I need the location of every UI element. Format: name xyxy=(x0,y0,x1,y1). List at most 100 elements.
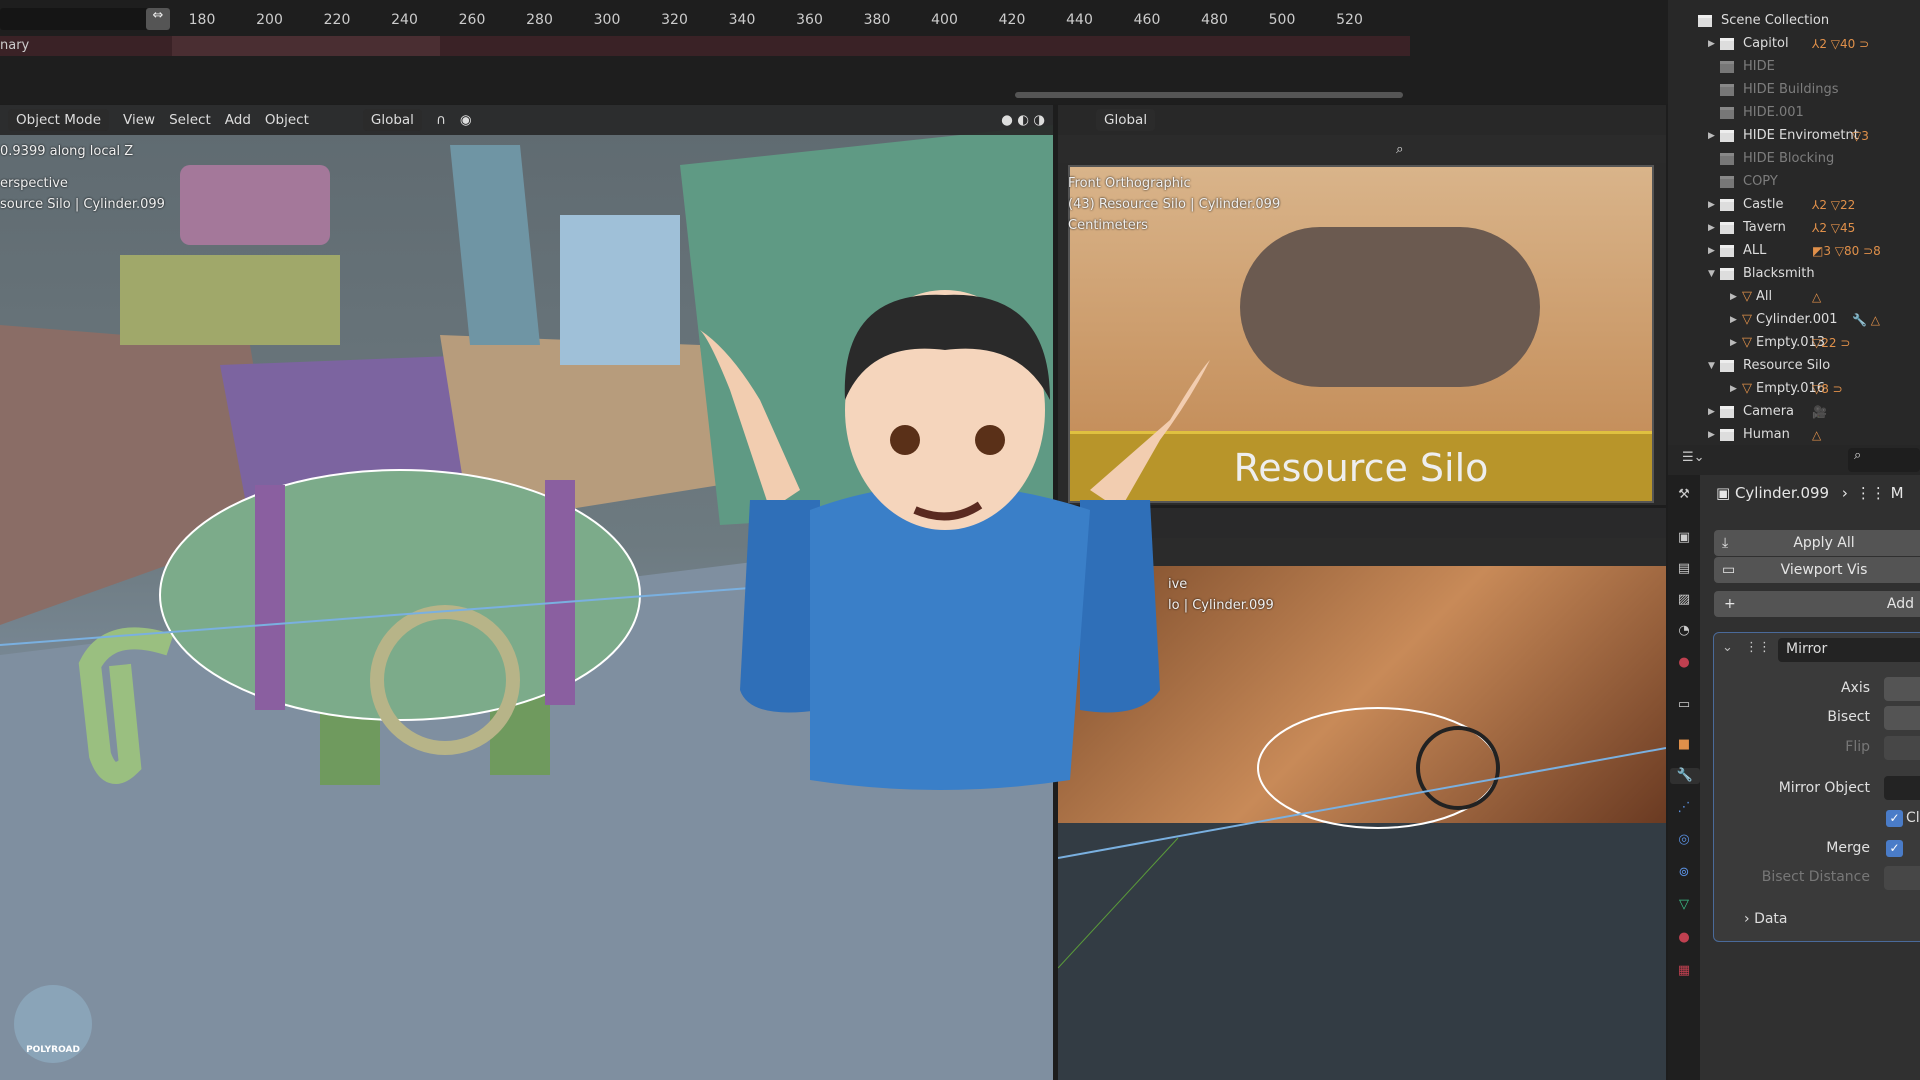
child-count-badge[interactable]: △ xyxy=(1812,428,1821,442)
add-modifier-button[interactable]: + Add xyxy=(1714,591,1920,617)
outliner-item[interactable]: ▶ Camera 🎥 xyxy=(1708,400,1827,423)
particles-tab-icon[interactable]: ⋰ xyxy=(1676,800,1692,816)
child-count-badge[interactable]: ⅄2 ▽45 xyxy=(1812,221,1855,235)
sync-toggle-icon[interactable]: ⇔ xyxy=(146,8,170,30)
outliner-item[interactable]: ▼ Blacksmith xyxy=(1708,262,1815,285)
menu-select[interactable]: Select xyxy=(169,112,211,128)
expand-arrow-icon[interactable]: ▶ xyxy=(1730,315,1742,325)
outliner-item[interactable]: HIDE xyxy=(1708,55,1775,78)
outliner-item[interactable]: ▶ ▽ Cylinder.001 🔧 △ xyxy=(1730,308,1880,331)
viewport-vis-button[interactable]: ▭ Viewport Vis xyxy=(1714,557,1920,583)
view-layer-tab-icon[interactable]: ▨ xyxy=(1676,592,1692,608)
material-tab-icon[interactable]: ● xyxy=(1676,930,1692,946)
child-count-badge[interactable]: ⅄2 ▽22 xyxy=(1812,198,1855,212)
outliner-item[interactable]: HIDE Buildings xyxy=(1708,78,1838,101)
apply-all-button[interactable]: ⤓ Apply All xyxy=(1714,530,1920,556)
snap-icon[interactable]: ∩ xyxy=(436,112,446,128)
outliner-item[interactable]: ▶ HIDE Envirometnt ▽3 xyxy=(1708,124,1869,147)
expand-arrow-icon[interactable]: ▶ xyxy=(1708,39,1720,49)
child-count-badge[interactable]: 🔧 △ xyxy=(1852,313,1880,327)
expand-arrow-icon[interactable]: ▼ xyxy=(1708,269,1720,279)
menu-object[interactable]: Object xyxy=(265,112,309,128)
outliner-item[interactable]: HIDE.001 xyxy=(1708,101,1804,124)
outliner-item-label: HIDE xyxy=(1743,59,1775,74)
outliner-item[interactable]: ▶ ▽ All △ xyxy=(1730,285,1821,308)
timeline-search[interactable] xyxy=(0,8,170,30)
summary-track[interactable]: nary xyxy=(0,36,1410,56)
outliner-item[interactable]: ▶ ▽ Empty.016 ▽8 ⊃ xyxy=(1730,377,1843,400)
collapse-chevron-icon[interactable]: ⌄ xyxy=(1722,640,1733,655)
outliner-item[interactable]: ▶ Human △ xyxy=(1708,423,1821,446)
expand-arrow-icon[interactable]: ▶ xyxy=(1708,131,1720,141)
outliner-item[interactable]: COPY xyxy=(1708,170,1778,193)
expand-arrow-icon[interactable]: ▼ xyxy=(1708,361,1720,371)
expand-arrow-icon[interactable]: ▶ xyxy=(1708,200,1720,210)
mirror-object-label: Mirror Object xyxy=(1778,780,1870,796)
outliner-item[interactable]: Scene Collection xyxy=(1686,9,1829,32)
outliner-item-label: Camera xyxy=(1743,404,1795,419)
expand-arrow-icon[interactable]: ▶ xyxy=(1730,384,1742,394)
outliner[interactable]: Scene Collection ▶ Capitol ⅄2 ▽40 ⊃ HIDE HIDE… xyxy=(1668,0,1920,445)
timeline-scrollbar[interactable] xyxy=(1015,92,1403,98)
expand-arrow-icon[interactable]: ▶ xyxy=(1708,407,1720,417)
output-tab-icon[interactable]: ▤ xyxy=(1676,561,1692,577)
expand-arrow-icon[interactable]: ▶ xyxy=(1730,292,1742,302)
child-count-badge[interactable]: ▽3 xyxy=(1852,129,1869,143)
properties-search[interactable]: ⌕ xyxy=(1848,448,1920,472)
data-tab-icon[interactable]: ▽ xyxy=(1676,897,1692,913)
child-count-badge[interactable]: ◩3 ▽80 ⊃8 xyxy=(1812,244,1881,258)
outliner-item[interactable]: ▶ ALL ◩3 ▽80 ⊃8 xyxy=(1708,239,1881,262)
orientation-dropdown[interactable]: Global xyxy=(362,109,422,131)
mirror-object-field[interactable] xyxy=(1884,776,1920,800)
summary-label: nary xyxy=(0,38,30,53)
outliner-item-label: HIDE.001 xyxy=(1743,105,1804,120)
expand-arrow-icon[interactable]: ▶ xyxy=(1708,223,1720,233)
menu-add[interactable]: Add xyxy=(225,112,251,128)
frame-tick: 340 xyxy=(728,12,756,28)
texture-tab-icon[interactable]: ▦ xyxy=(1676,963,1692,979)
outliner-item[interactable]: ▶ Capitol ⅄2 ▽40 ⊃ xyxy=(1708,32,1869,55)
flip-toggle[interactable] xyxy=(1884,736,1920,760)
editor-type-icon[interactable]: ☰⌄ xyxy=(1682,450,1705,465)
modifier-name-field[interactable]: Mirror xyxy=(1778,638,1920,662)
outliner-item[interactable]: ▶ Castle ⅄2 ▽22 xyxy=(1708,193,1855,216)
monitor-icon: ▭ xyxy=(1722,562,1736,578)
child-count-badge[interactable]: ▽22 ⊃ xyxy=(1812,336,1850,350)
bisect-distance-field[interactable] xyxy=(1884,866,1920,890)
outliner-item[interactable]: ▶ ▽ Empty.013 ▽22 ⊃ xyxy=(1730,331,1850,354)
menu-view[interactable]: View xyxy=(123,112,155,128)
outliner-item[interactable]: HIDE Blocking xyxy=(1708,147,1834,170)
data-subpanel[interactable]: › Data xyxy=(1744,911,1788,927)
merge-label: Merge xyxy=(1826,840,1870,856)
world-tab-icon[interactable]: ● xyxy=(1676,655,1692,671)
mode-dropdown[interactable]: Object Mode xyxy=(8,109,110,131)
object-icon: ▽ xyxy=(1742,381,1752,396)
collection-icon xyxy=(1720,244,1734,257)
child-count-badge[interactable]: 🎥 xyxy=(1812,405,1827,419)
object-name: Cylinder.099 xyxy=(1734,484,1830,502)
bisect-toggle[interactable] xyxy=(1884,706,1920,730)
proportional-edit-icon[interactable]: ◉ xyxy=(460,112,472,128)
render-tab-icon[interactable]: ▣ xyxy=(1676,530,1692,546)
merge-checkbox[interactable]: ✓ xyxy=(1886,840,1903,857)
search-icon[interactable]: ⌕ xyxy=(1396,141,1404,157)
collection-icon xyxy=(1720,428,1734,441)
child-count-badge[interactable]: ▽8 ⊃ xyxy=(1812,382,1843,396)
child-count-badge[interactable]: △ xyxy=(1812,290,1821,304)
tool-tab-icon[interactable]: ⚒ xyxy=(1676,487,1692,503)
outliner-item[interactable]: ▼ Resource Silo xyxy=(1708,354,1830,377)
expand-arrow-icon[interactable]: ▶ xyxy=(1730,338,1742,348)
expand-arrow-icon[interactable]: ▶ xyxy=(1708,246,1720,256)
scene-tab-icon[interactable]: ◔ xyxy=(1676,623,1692,639)
shading-solid-icon[interactable]: ● ◐ ◑ xyxy=(1001,112,1045,128)
operation-info: 0.9399 along local Z xyxy=(0,144,134,159)
child-count-badge[interactable]: ⅄2 ▽40 ⊃ xyxy=(1812,37,1869,51)
outliner-item[interactable]: ▶ Tavern ⅄2 ▽45 xyxy=(1708,216,1855,239)
orientation-dropdown[interactable]: Global xyxy=(1096,109,1156,131)
download-icon: ⤓ xyxy=(1722,535,1729,551)
expand-arrow-icon[interactable]: ▶ xyxy=(1708,430,1720,440)
outliner-item-label: Human xyxy=(1743,427,1790,442)
axis-toggle[interactable] xyxy=(1884,677,1920,701)
outliner-item-label: HIDE Envirometnt xyxy=(1743,128,1859,143)
clipping-checkbox[interactable]: ✓ xyxy=(1886,810,1903,827)
